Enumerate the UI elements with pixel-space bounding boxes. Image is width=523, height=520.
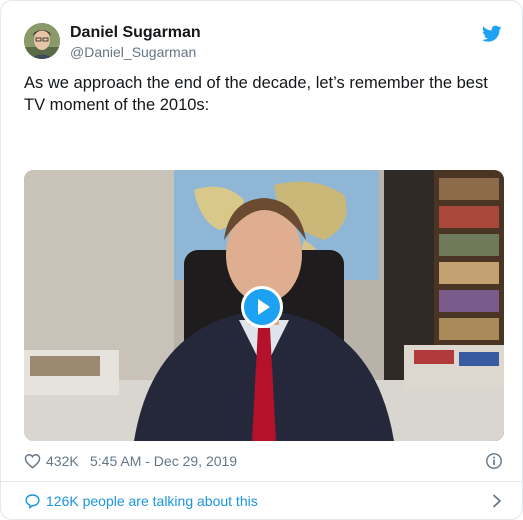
play-icon [258, 299, 270, 315]
twitter-bird-icon[interactable] [482, 25, 502, 43]
conversation-link[interactable]: 126K people are talking about this [24, 492, 504, 510]
heart-icon[interactable] [24, 453, 41, 469]
info-icon[interactable] [485, 452, 503, 470]
tweet-meta: 432K 5:45 AM - Dec 29, 2019 [24, 452, 504, 470]
chevron-right-icon[interactable] [492, 494, 502, 508]
author-handle[interactable]: @Daniel_Sugarman [70, 44, 196, 60]
author-name[interactable]: Daniel Sugarman [70, 24, 201, 42]
speech-bubble-icon [25, 494, 40, 509]
tweet-text: As we approach the end of the decade, le… [24, 74, 488, 114]
avatar[interactable] [24, 23, 60, 59]
tweet-timestamp[interactable]: 5:45 AM - Dec 29, 2019 [90, 452, 237, 470]
like-count[interactable]: 432K [46, 452, 79, 470]
conversation-text[interactable]: 126K people are talking about this [46, 492, 258, 510]
divider [1, 481, 522, 482]
tweet-card: Daniel Sugarman @Daniel_Sugarman As we a… [0, 0, 523, 520]
play-button[interactable] [241, 286, 283, 328]
tweet-header: Daniel Sugarman @Daniel_Sugarman [24, 23, 504, 63]
